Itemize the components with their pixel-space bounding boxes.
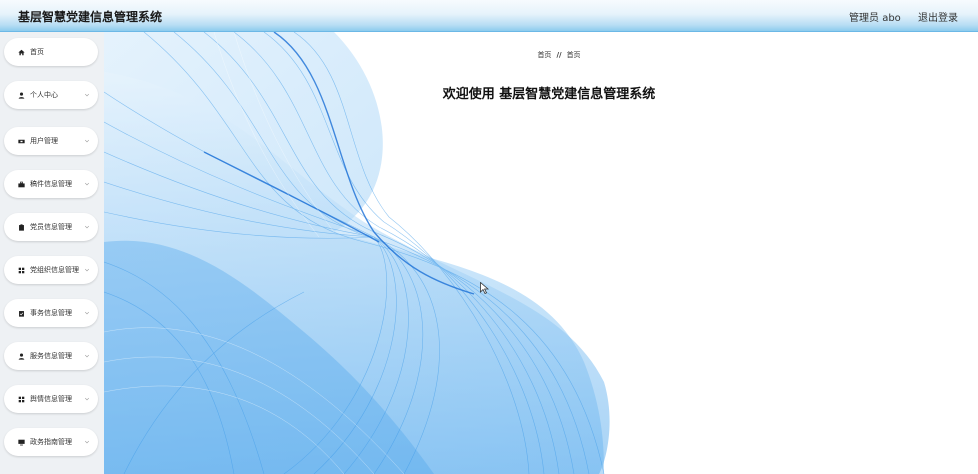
breadcrumb-separator: //: [556, 51, 562, 59]
logout-link[interactable]: 退出登录: [918, 13, 958, 24]
chevron-down-icon: [84, 139, 90, 143]
sidebar-item-public-opinion-management[interactable]: 舆情信息管理: [4, 385, 98, 413]
user-icon: [17, 352, 25, 360]
sidebar-item-label: 首页: [30, 48, 44, 56]
chevron-down-icon: [84, 440, 90, 444]
users-icon: [17, 137, 25, 145]
sidebar-item-party-org-management[interactable]: 党组织信息管理: [4, 256, 98, 284]
sidebar-item-personal-center[interactable]: 个人中心: [4, 81, 98, 109]
breadcrumb-current: 首页: [566, 51, 581, 59]
clipboard-icon: [17, 223, 25, 231]
task-icon: [17, 309, 25, 317]
grid-icon: [17, 395, 25, 403]
sidebar-item-label: 舆情信息管理: [30, 395, 72, 403]
grid-icon: [17, 266, 25, 274]
sidebar-item-gov-guide-management[interactable]: 政务指南管理: [4, 428, 98, 456]
sidebar: 首页 个人中心 用户管理 稿件信息管理 党员信息管理 党组织信息管理 事务信息管…: [0, 32, 104, 474]
user-icon: [17, 91, 25, 99]
breadcrumb: 首页 // 首页: [104, 50, 978, 60]
sidebar-item-manuscript-management[interactable]: 稿件信息管理: [4, 170, 98, 198]
monitor-icon: [17, 438, 25, 446]
sidebar-item-label: 政务指南管理: [30, 438, 72, 446]
sidebar-item-label: 党组织信息管理: [30, 266, 79, 274]
chevron-down-icon: [84, 182, 90, 186]
chevron-down-icon: [84, 397, 90, 401]
chevron-down-icon: [84, 311, 90, 315]
top-header: 基层智慧党建信息管理系统 管理员 abo 退出登录: [0, 0, 978, 32]
sidebar-item-label: 事务信息管理: [30, 309, 72, 317]
sidebar-item-label: 用户管理: [30, 137, 58, 145]
welcome-heading: 欢迎使用 基层智慧党建信息管理系统: [442, 87, 656, 102]
sidebar-item-label: 服务信息管理: [30, 352, 72, 360]
sidebar-item-party-member-management[interactable]: 党员信息管理: [4, 213, 98, 241]
sidebar-item-user-management[interactable]: 用户管理: [4, 127, 98, 155]
admin-user-label: 管理员 abo: [849, 13, 901, 24]
sidebar-item-affairs-management[interactable]: 事务信息管理: [4, 299, 98, 327]
header-user-area: 管理员 abo 退出登录: [835, 9, 958, 24]
chevron-down-icon: [84, 268, 90, 272]
main-content: 首页 // 首页 欢迎使用 基层智慧党建信息管理系统: [104, 32, 978, 474]
sidebar-item-label: 个人中心: [30, 91, 58, 99]
sidebar-item-label: 稿件信息管理: [30, 180, 72, 188]
mouse-pointer-icon: [480, 282, 489, 294]
app-title: 基层智慧党建信息管理系统: [18, 10, 163, 24]
chevron-down-icon: [84, 354, 90, 358]
breadcrumb-home-link[interactable]: 首页: [537, 51, 551, 59]
sidebar-item-home[interactable]: 首页: [4, 38, 98, 66]
sidebar-item-label: 党员信息管理: [30, 223, 72, 231]
chevron-down-icon: [84, 93, 90, 97]
sidebar-item-service-management[interactable]: 服务信息管理: [4, 342, 98, 370]
home-icon: [17, 48, 25, 56]
chevron-down-icon: [84, 225, 90, 229]
briefcase-icon: [17, 180, 25, 188]
